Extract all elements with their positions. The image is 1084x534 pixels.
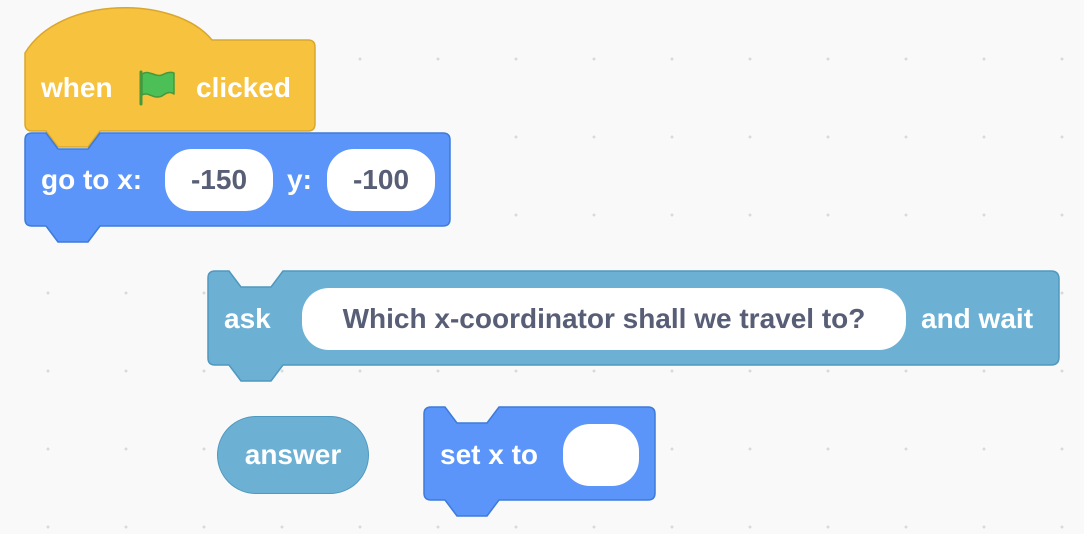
answer-reporter[interactable]: answer (217, 416, 369, 494)
scripts-workspace[interactable]: when clicked go to x: -150 y: -100 ask W… (0, 0, 1084, 534)
question-input[interactable]: Which x-coordinator shall we travel to? (302, 288, 906, 350)
y-label: y: (287, 164, 312, 195)
green-flag-icon (136, 66, 178, 108)
set-x-value-input[interactable] (563, 424, 639, 486)
when-label: when (41, 72, 113, 103)
ask-label: ask (224, 303, 271, 334)
y-value-input[interactable]: -100 (327, 149, 435, 211)
x-value-input[interactable]: -150 (165, 149, 273, 211)
set-x-label: set x to (440, 439, 539, 470)
go-to-x-label: go to x: (41, 164, 143, 195)
and-wait-label: and wait (921, 303, 1034, 334)
set-x-block[interactable]: set x to (400, 395, 680, 525)
clicked-label: clicked (196, 72, 291, 103)
go-to-xy-block[interactable]: go to x: -150 y: -100 (0, 125, 460, 255)
ask-and-wait-block[interactable]: ask Which x-coordinator shall we travel … (0, 260, 1084, 390)
